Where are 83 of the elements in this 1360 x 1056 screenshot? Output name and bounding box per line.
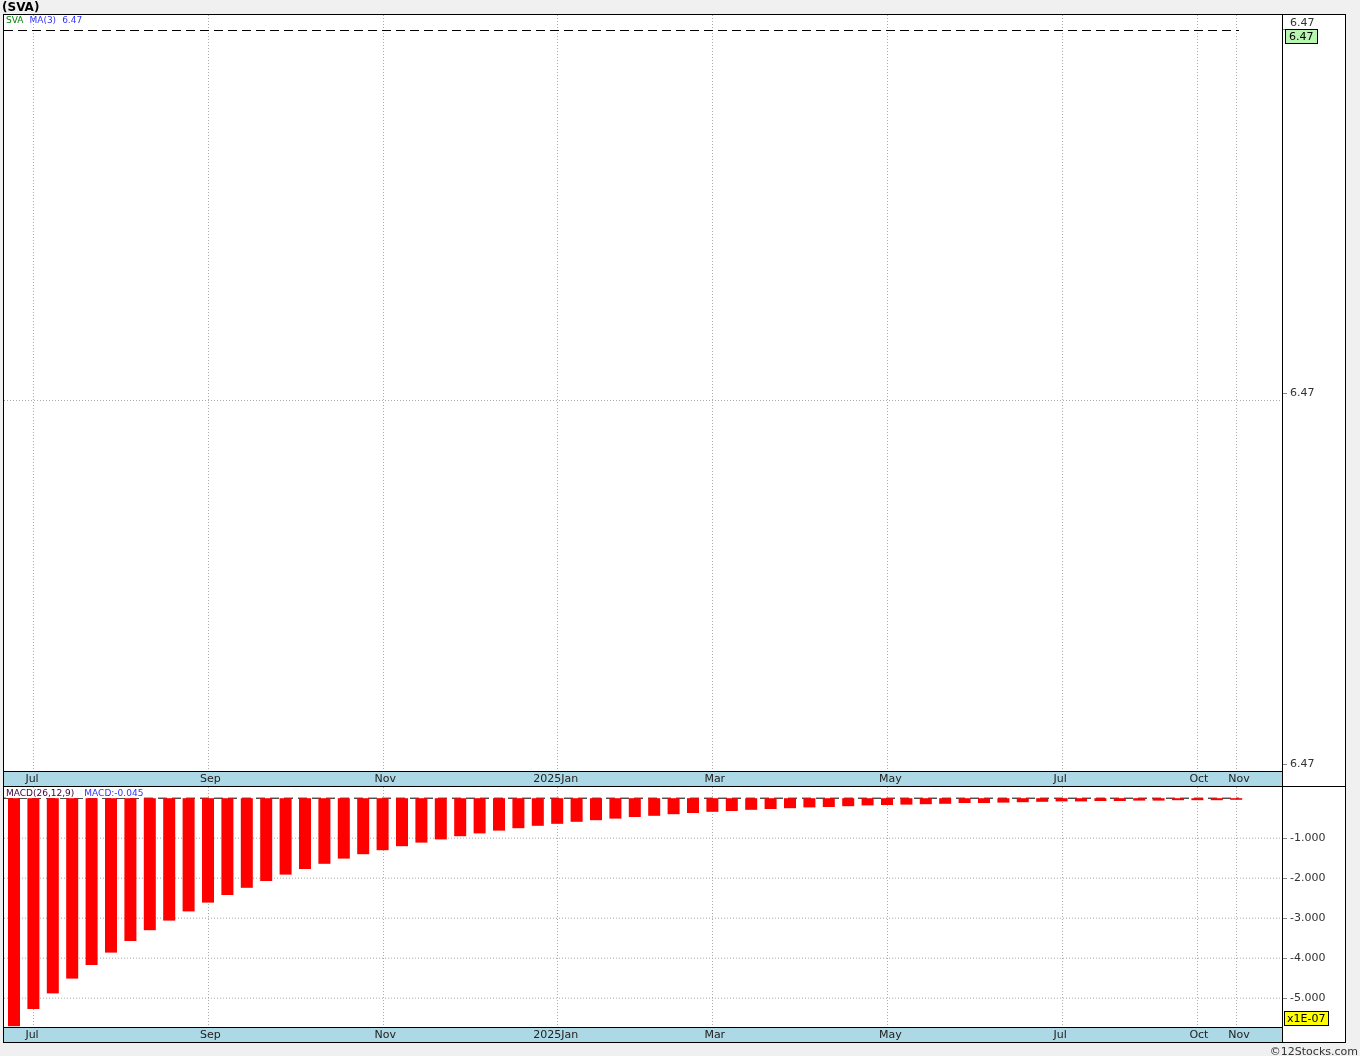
axis-label: Mar [704, 773, 726, 785]
chart-title: (SVA) [2, 1, 40, 13]
macd-bar [357, 798, 370, 855]
chart-title: MACD(26,12,9) [6, 789, 75, 798]
macd-bar [1172, 798, 1184, 801]
macd-bar [958, 798, 971, 803]
legend-label: SVA [6, 16, 24, 25]
macd-bar [1113, 798, 1126, 801]
macd-bar [434, 798, 447, 840]
axis-label: Jul [25, 1029, 39, 1041]
axis-label: Jul [1053, 773, 1067, 785]
axis-label: Sep [200, 773, 221, 785]
axis-label: May [879, 1029, 902, 1041]
macd-bar [1133, 798, 1146, 801]
macd-bar [1152, 798, 1165, 801]
macd-bar [376, 798, 389, 851]
macd-bar [590, 798, 602, 821]
macd-bar [415, 798, 428, 843]
axis-label: -4.000 [1290, 952, 1326, 965]
macd-bar [1094, 798, 1107, 801]
macd-bar [881, 798, 893, 805]
copyright-text: ©12Stocks.com [1269, 1044, 1358, 1056]
macd-bar [687, 798, 699, 813]
macd-bar [1075, 798, 1087, 802]
macd-bar [997, 798, 1010, 803]
macd-bar [396, 798, 408, 847]
axis-label: -1.000 [1290, 832, 1326, 845]
axis-label: Jul [25, 773, 39, 785]
axis-label: 6.47 [1290, 17, 1315, 28]
scale-badge: x1E-07 [1284, 1011, 1329, 1026]
macd-bar [337, 798, 350, 859]
macd-bar [648, 798, 661, 816]
macd-bar [939, 798, 952, 804]
macd-bar [842, 798, 855, 807]
axis-label: 2025Jan [533, 1029, 579, 1041]
macd-bar [822, 798, 835, 807]
macd-bar [570, 798, 583, 822]
macd-bar [784, 798, 796, 809]
macd-bar [531, 798, 544, 826]
axis-label: Mar [704, 1029, 726, 1041]
axis-label: Nov [374, 1029, 397, 1041]
macd-bar [1055, 798, 1068, 802]
macd-bar [1036, 798, 1049, 802]
macd-bar [551, 798, 564, 824]
axis-label: Oct [1189, 1029, 1209, 1041]
macd-bar [861, 798, 874, 806]
legend-label: MA(3) [29, 16, 57, 25]
macd-bar [764, 798, 777, 809]
macd-bar [493, 798, 505, 831]
axis-label: Jul [1053, 1029, 1067, 1041]
legend-label: 6.47 [62, 16, 83, 25]
macd-bar [628, 798, 641, 817]
macd-bar [667, 798, 680, 815]
axis-label: 6.47 [1290, 758, 1315, 769]
macd-bar [706, 798, 719, 812]
axis-label: Sep [200, 1029, 221, 1041]
last-value-badge: 6.47 [1285, 29, 1318, 44]
macd-bar [803, 798, 816, 808]
axis-label: May [879, 773, 902, 785]
axis-label: -3.000 [1290, 912, 1326, 925]
macd-bar [900, 798, 913, 805]
macd-bar [609, 798, 622, 819]
axis-label: Nov [1228, 1029, 1250, 1041]
axis-label: -2.000 [1290, 872, 1326, 885]
macd-bar [299, 798, 311, 869]
macd-bar [1016, 798, 1029, 803]
macd-bar [919, 798, 932, 805]
macd-bar [318, 798, 331, 864]
axis-label: Nov [1228, 773, 1250, 785]
macd-bar [745, 798, 758, 810]
macd-bar [1191, 798, 1204, 801]
macd-bar [454, 798, 467, 837]
axis-label: 2025Jan [533, 773, 579, 785]
macd-reading: MACD:-0.045 [84, 789, 144, 798]
macd-bar [978, 798, 990, 803]
axis-label: Nov [374, 773, 397, 785]
axis-label: 6.47 [1290, 387, 1315, 398]
macd-bar [473, 798, 486, 834]
macd-bar [1210, 798, 1223, 801]
axis-label: Oct [1189, 773, 1209, 785]
axis-label: -5.000 [1290, 992, 1326, 1005]
macd-bar [512, 798, 525, 829]
macd-bar [725, 798, 738, 811]
